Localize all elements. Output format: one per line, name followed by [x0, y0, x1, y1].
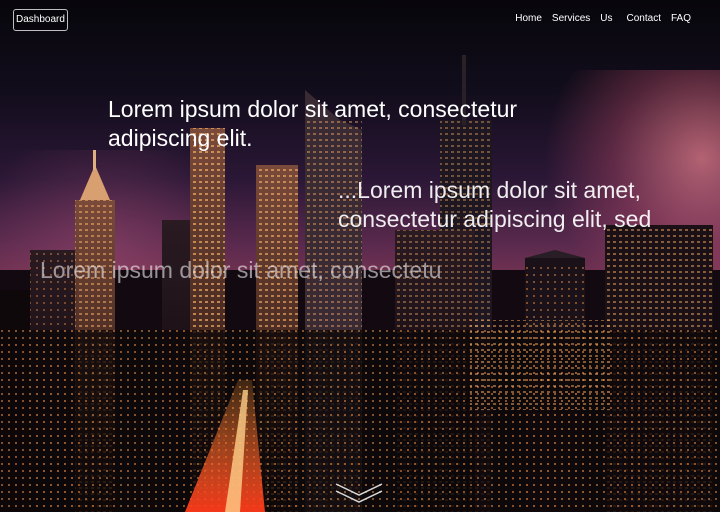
- hero-headline-2-line2: consectetur adipiscing elit, sed: [338, 206, 652, 232]
- nav-link-us[interactable]: Us: [600, 13, 612, 24]
- chevron-down-icon[interactable]: [334, 480, 384, 506]
- hero-headline-3: Lorem ipsum dolor sit amet, consectetu: [40, 257, 442, 283]
- hero-headline-1-line1: Lorem ipsum dolor sit amet, consectetur: [108, 96, 518, 122]
- nav-link-contact[interactable]: Contact: [627, 13, 661, 24]
- hero-headline-1-line2: adipiscing elit.: [108, 125, 253, 151]
- dashboard-button[interactable]: Dashboard: [13, 9, 68, 31]
- hero-headline-2: ...Lorem ipsum dolor sit amet, consectet…: [338, 176, 651, 234]
- hero-headline-2-line1: ...Lorem ipsum dolor sit amet,: [338, 177, 641, 203]
- nav-link-services[interactable]: Services: [552, 13, 590, 24]
- nav-link-faq[interactable]: FAQ: [671, 13, 691, 24]
- hero-section: Dashboard Home Services Us Contact FAQ L…: [0, 0, 720, 512]
- hero-headline-1: Lorem ipsum dolor sit amet, consectetur …: [108, 95, 517, 153]
- top-navigation-bar: Dashboard Home Services Us Contact FAQ: [0, 0, 720, 40]
- main-nav: Home Services Us Contact FAQ: [505, 13, 691, 24]
- nav-link-home[interactable]: Home: [515, 13, 542, 24]
